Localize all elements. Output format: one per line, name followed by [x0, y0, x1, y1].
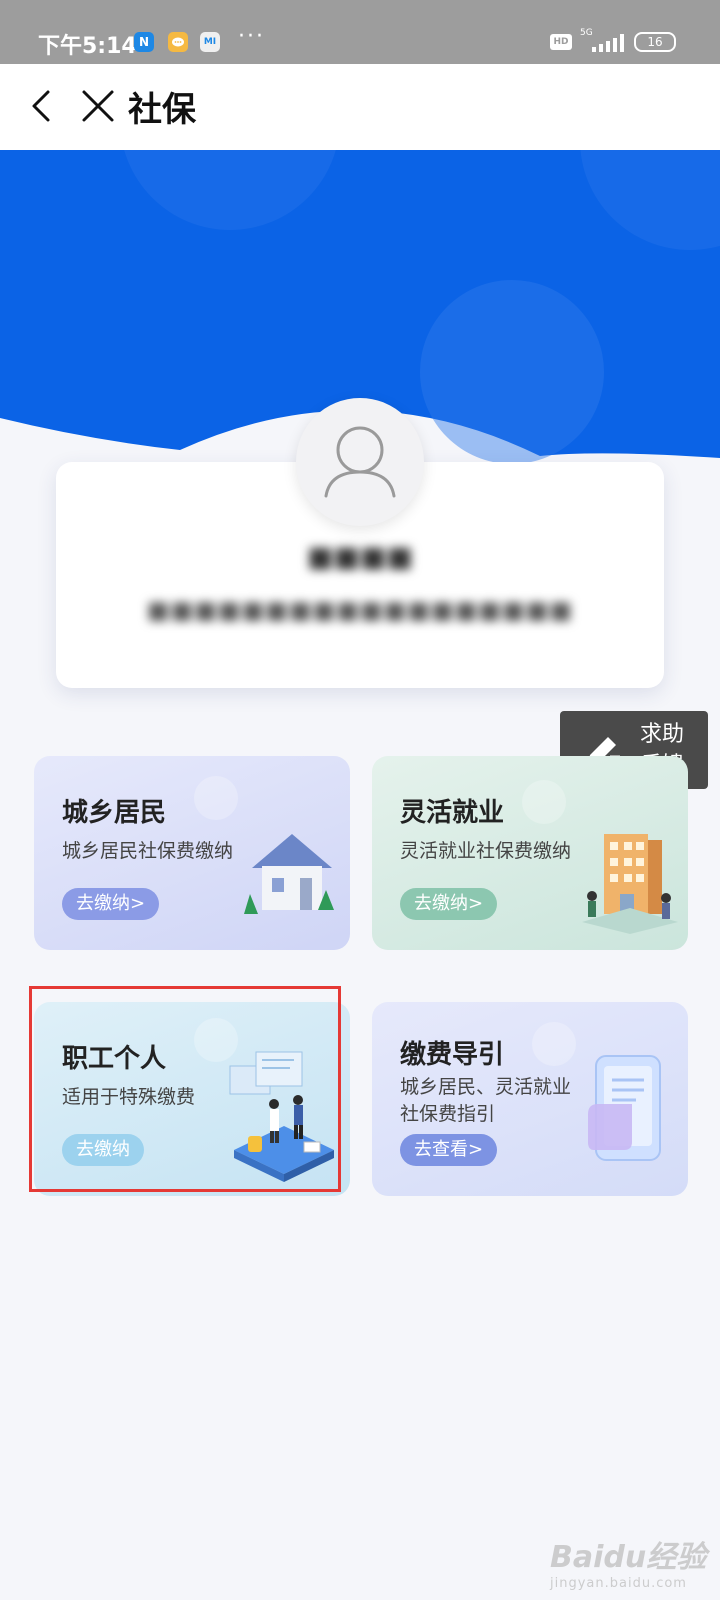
- card-description: 灵活就业社保费缴纳: [400, 840, 572, 862]
- flexible-employment-card[interactable]: 灵活就业 灵活就业社保费缴纳 去缴纳>: [372, 756, 688, 950]
- app-notification-icon: N: [134, 32, 154, 52]
- page-title: 社保: [128, 90, 196, 130]
- card-decoration: [532, 1022, 576, 1066]
- card-description-line2: 社保费指引: [400, 1103, 496, 1125]
- card-title: 灵活就业: [400, 798, 505, 828]
- card-title: 职工个人: [62, 1044, 167, 1074]
- card-title: 缴费导引: [400, 1040, 505, 1070]
- individual-worker-card[interactable]: 职工个人 适用于特殊缴费 去缴纳: [34, 1002, 350, 1196]
- guide-view-button[interactable]: 去查看>: [400, 1134, 498, 1166]
- nav-bar: 社保: [0, 64, 720, 150]
- help-label-line1: 求助: [640, 722, 685, 747]
- worker-pay-button[interactable]: 去缴纳: [62, 1134, 144, 1166]
- rural-pay-button[interactable]: 去缴纳>: [62, 888, 160, 920]
- mi-notification-icon: MI: [200, 32, 220, 52]
- status-bar: 下午5:14 N MI ··· HD 5G 16: [0, 0, 720, 64]
- close-icon[interactable]: [80, 86, 116, 126]
- message-notification-icon: [168, 32, 188, 52]
- watermark-logo: Baidu经验: [550, 1540, 707, 1575]
- more-notifications-icon: ···: [238, 24, 265, 49]
- card-decoration: [522, 780, 566, 824]
- status-time: 下午5:14: [38, 34, 137, 59]
- card-description: 适用于特殊缴费: [62, 1086, 196, 1108]
- payment-guide-card[interactable]: 缴费导引 城乡居民、灵活就业 社保费指引 去查看>: [372, 1002, 688, 1196]
- house-icon: [244, 834, 334, 914]
- network-type: 5G: [580, 28, 593, 38]
- battery-icon: 16: [634, 32, 676, 52]
- user-icon: [324, 426, 396, 498]
- card-decoration: [194, 776, 238, 820]
- card-description-line1: 城乡居民、灵活就业: [400, 1076, 572, 1098]
- building-icon: [582, 834, 678, 934]
- card-title: 城乡居民: [62, 798, 167, 828]
- signal-icon: [592, 34, 624, 52]
- card-description: 城乡居民社保费缴纳: [62, 840, 234, 862]
- user-id-blurred: ■■■■■■■■■■■■■■■■■■: [146, 596, 574, 624]
- hd-icon: HD: [550, 34, 572, 50]
- workers-illustration-icon: [229, 1051, 334, 1182]
- flex-pay-button[interactable]: 去缴纳>: [400, 888, 498, 920]
- user-name-blurred: ■■■■: [307, 540, 413, 573]
- chevron-left-icon[interactable]: [26, 86, 62, 126]
- rural-residents-card[interactable]: 城乡居民 城乡居民社保费缴纳 去缴纳>: [34, 756, 350, 950]
- watermark: Baidu经验 jingyan.baidu.com: [550, 1532, 706, 1591]
- phone-guide-icon: [588, 1055, 661, 1161]
- watermark-url: jingyan.baidu.com: [550, 1576, 687, 1591]
- avatar: [296, 398, 424, 526]
